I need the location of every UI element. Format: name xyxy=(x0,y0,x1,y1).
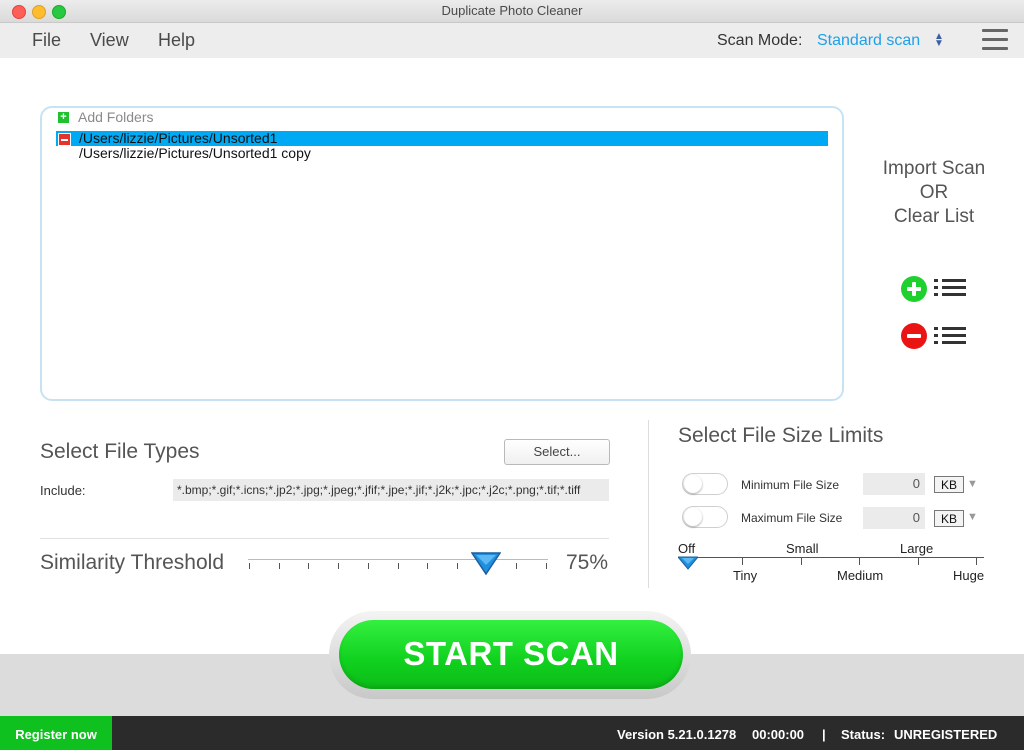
size-tick xyxy=(801,557,802,565)
status-label: Status: xyxy=(841,727,886,742)
min-size-toggle[interactable] xyxy=(682,473,728,495)
scan-mode-label: Scan Mode: xyxy=(717,32,803,49)
close-window-button[interactable] xyxy=(12,5,26,19)
similarity-value: 75% xyxy=(566,551,609,574)
max-size-unit[interactable]: KB xyxy=(934,510,964,527)
size-tick xyxy=(742,557,743,565)
slider-tick xyxy=(398,563,399,569)
menu-help[interactable]: Help xyxy=(158,30,195,51)
menu-view[interactable]: View xyxy=(90,30,129,51)
max-size-label: Maximum File Size xyxy=(741,511,843,525)
add-folders-button[interactable]: Add Folders xyxy=(78,109,153,125)
divider xyxy=(40,538,609,539)
size-slider-thumb[interactable] xyxy=(678,556,698,570)
up-down-arrows-icon[interactable]: ▲ ▼ xyxy=(934,32,944,49)
size-slider-track[interactable] xyxy=(678,557,984,558)
zoom-window-button[interactable] xyxy=(52,5,66,19)
size-label-medium: Medium xyxy=(837,568,884,583)
slider-tick xyxy=(368,563,369,569)
max-size-field[interactable]: 0 xyxy=(863,507,925,529)
vertical-divider xyxy=(648,420,649,588)
slider-tick xyxy=(546,563,547,569)
folder-path[interactable]: /Users/lizzie/Pictures/Unsorted1 copy xyxy=(79,146,311,161)
import-scan-button[interactable] xyxy=(901,276,927,302)
slider-tick xyxy=(516,563,517,569)
include-extensions-field[interactable]: *.bmp;*.gif;*.icns;*.jp2;*.jpg;*.jpeg;*.… xyxy=(173,479,609,501)
minimize-window-button[interactable] xyxy=(32,5,46,19)
chevron-down-icon[interactable]: ▼ xyxy=(967,511,978,523)
size-tick xyxy=(976,557,977,565)
size-label-off: Off xyxy=(678,541,696,556)
size-label-tiny: Tiny xyxy=(733,568,758,583)
title-bar: Duplicate Photo Cleaner xyxy=(0,0,1024,23)
min-size-field[interactable]: 0 xyxy=(863,473,925,495)
status-separator: | xyxy=(822,727,826,742)
or-text: OR xyxy=(919,182,949,203)
similarity-slider-track[interactable] xyxy=(248,559,548,560)
slider-tick xyxy=(427,563,428,569)
file-types-title: Select File Types xyxy=(40,440,200,463)
size-tick xyxy=(918,557,919,565)
min-size-unit[interactable]: KB xyxy=(934,476,964,493)
chevron-down-icon[interactable]: ▼ xyxy=(967,478,978,490)
start-scan-button[interactable]: START SCAN xyxy=(339,620,683,689)
slider-tick xyxy=(249,563,250,569)
size-label-huge: Huge xyxy=(953,568,985,583)
status-value: UNREGISTERED xyxy=(894,727,998,742)
folder-path[interactable]: /Users/lizzie/Pictures/Unsorted1 xyxy=(79,131,277,146)
size-label-small: Small xyxy=(786,541,819,556)
version-text: Version 5.21.0.1278 xyxy=(617,727,737,742)
clear-list-text: Clear List xyxy=(893,206,975,227)
slider-tick xyxy=(308,563,309,569)
list-icon[interactable] xyxy=(934,279,966,301)
select-file-types-button[interactable]: Select... xyxy=(504,439,610,465)
import-scan-text: Import Scan xyxy=(882,158,986,179)
slider-tick xyxy=(457,563,458,569)
slider-tick xyxy=(279,563,280,569)
include-label: Include: xyxy=(40,483,86,498)
similarity-title: Similarity Threshold xyxy=(40,551,225,574)
elapsed-time: 00:00:00 xyxy=(752,727,805,742)
max-size-toggle[interactable] xyxy=(682,506,728,528)
list-icon[interactable] xyxy=(934,327,966,349)
size-label-large: Large xyxy=(900,541,934,556)
menu-file[interactable]: File xyxy=(32,30,61,51)
scan-mode-select[interactable]: Standard scan xyxy=(817,32,920,50)
size-tick xyxy=(859,557,860,565)
min-size-label: Minimum File Size xyxy=(741,478,840,492)
window-title: Duplicate Photo Cleaner xyxy=(441,3,583,18)
slider-tick xyxy=(338,563,339,569)
hamburger-menu-icon[interactable] xyxy=(982,29,1008,51)
similarity-slider-thumb[interactable] xyxy=(471,551,501,575)
remove-folder-icon[interactable] xyxy=(58,133,71,146)
import-clear-heading: Import Scan OR Clear List xyxy=(860,157,1008,229)
register-now-button[interactable]: Register now xyxy=(0,716,112,750)
menu-bar: File View Help Scan Mode: Standard scan … xyxy=(0,23,1024,58)
add-folder-icon[interactable]: + xyxy=(58,112,69,123)
clear-list-button[interactable] xyxy=(901,323,927,349)
file-size-title: Select File Size Limits xyxy=(678,424,884,447)
